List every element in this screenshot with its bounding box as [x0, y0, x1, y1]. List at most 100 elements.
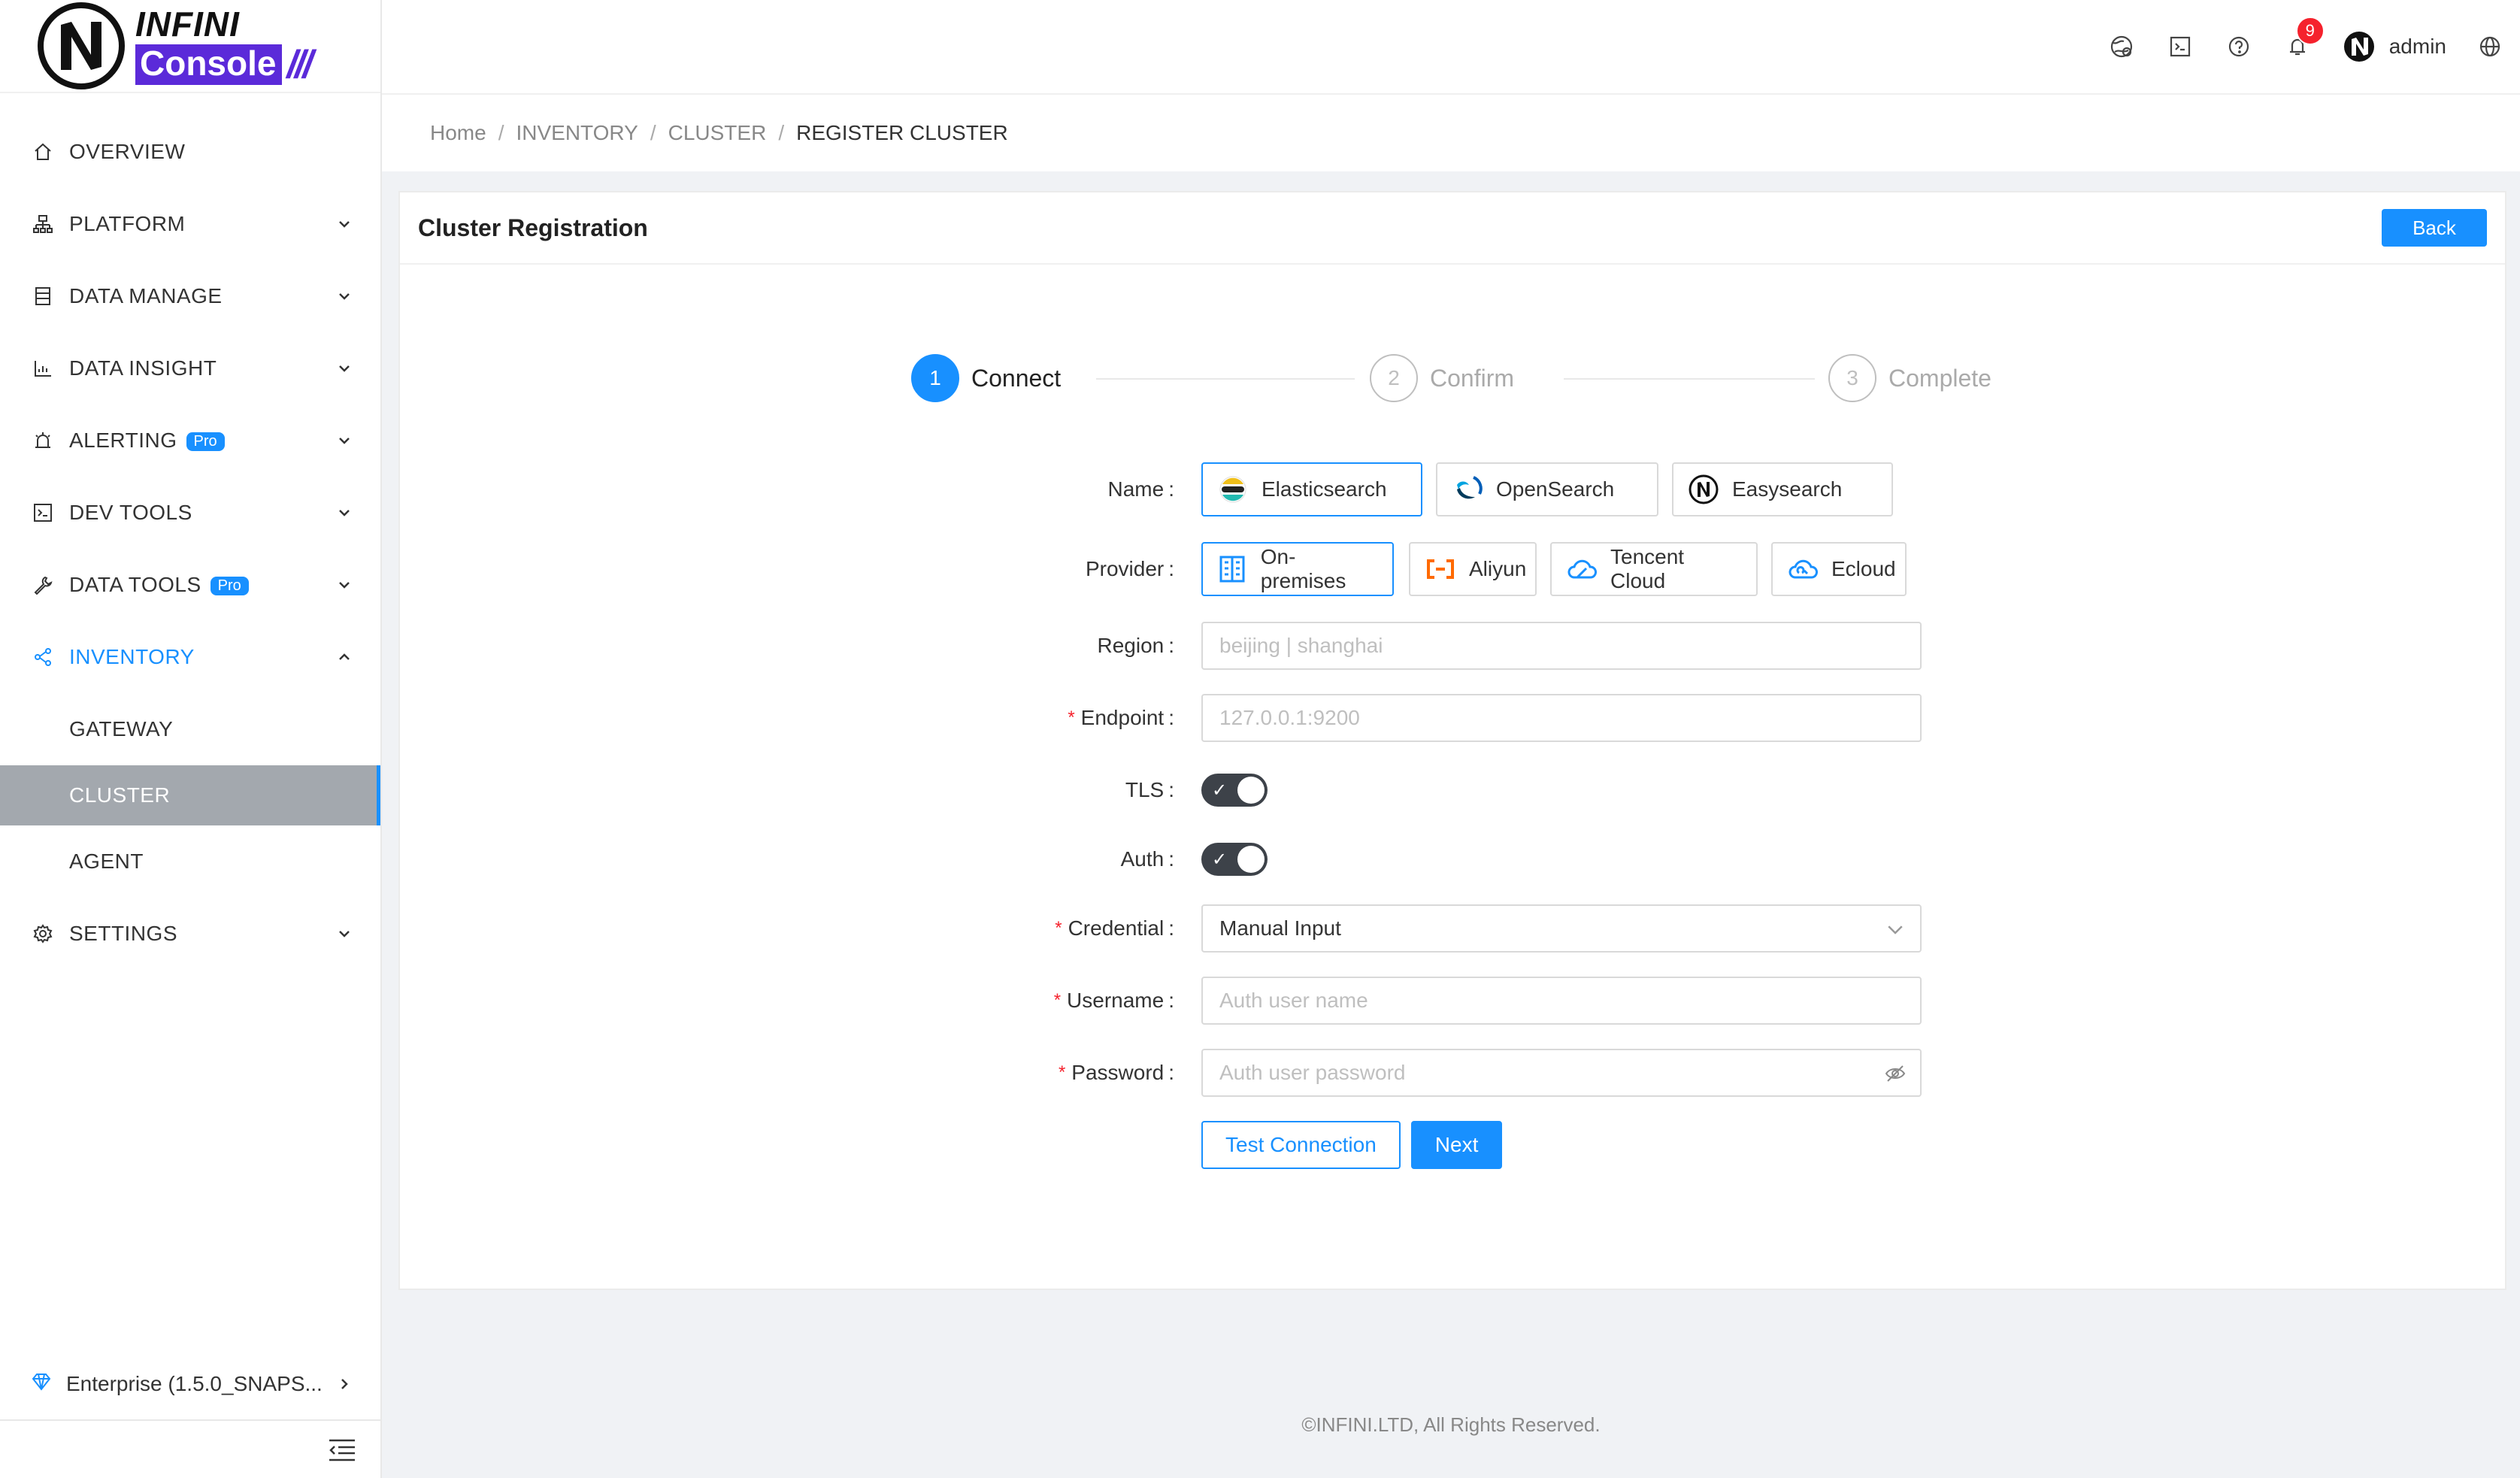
breadcrumb-current: REGISTER CLUSTER [796, 121, 1008, 144]
sidebar-item-platform[interactable]: PLATFORM [0, 188, 380, 260]
platform-icon [32, 213, 54, 235]
step-label: Connect [971, 364, 1062, 392]
chevron-down-icon [339, 365, 350, 372]
sidebar-item-data-manage[interactable]: DATA MANAGE [0, 260, 380, 332]
gear-icon [32, 922, 54, 945]
logo-wordmark-top: INFINI [135, 5, 240, 44]
breadcrumb-inventory[interactable]: INVENTORY [516, 121, 638, 145]
terminal-icon[interactable] [2165, 32, 2195, 62]
breadcrumb-cluster[interactable]: CLUSTER [668, 121, 767, 145]
server-building-icon [1218, 554, 1247, 584]
step-number: 2 [1370, 354, 1418, 402]
password-row: * Password: Auth user password [400, 1046, 2505, 1099]
sidebar-item-settings[interactable]: SETTINGS [0, 898, 380, 970]
sidebar-item-cluster[interactable]: CLUSTER [0, 765, 380, 825]
chart-icon [32, 357, 54, 380]
name-option-easysearch[interactable]: Easysearch [1672, 462, 1893, 516]
check-icon: ✓ [1212, 780, 1228, 801]
collapse-sidebar-button[interactable] [323, 1431, 361, 1469]
chevron-down-icon [339, 438, 350, 444]
name-option-opensearch[interactable]: OpenSearch [1436, 462, 1658, 516]
sidebar-item-data-tools[interactable]: DATA TOOLS Pro [0, 549, 380, 621]
credential-label: * Credential: [1055, 916, 1174, 940]
credential-select[interactable]: Manual Input [1201, 904, 1922, 953]
sidebar-item-label: PLATFORM [69, 212, 186, 235]
auth-row: Auth: ✓ [400, 833, 2505, 886]
provider-option-tencent-cloud[interactable]: Tencent Cloud [1550, 542, 1758, 596]
top-header: 9 admin [382, 0, 2520, 93]
sidebar-item-inventory[interactable]: INVENTORY [0, 621, 380, 693]
password-placeholder: Auth user password [1219, 1061, 1406, 1084]
username: admin [2388, 35, 2446, 58]
username-input[interactable]: Auth user name [1201, 977, 1922, 1025]
provider-option-on-premises[interactable]: On-premises [1201, 542, 1394, 596]
name-label: Name: [1107, 477, 1174, 501]
help-icon[interactable] [2224, 32, 2254, 62]
notification-bell-icon[interactable]: 9 [2282, 17, 2325, 62]
back-button[interactable]: Back [2382, 209, 2487, 247]
chevron-down-icon [339, 931, 350, 937]
sidebar: INFINI Console /// OVERVIEW PLATFORM DAT… [0, 0, 382, 1478]
auth-toggle[interactable]: ✓ [1201, 843, 1268, 876]
sidebar-item-label: DATA INSIGHT [69, 356, 217, 380]
easysearch-icon [1689, 474, 1719, 504]
chevron-down-icon [339, 221, 350, 228]
password-input[interactable]: Auth user password [1201, 1049, 1922, 1097]
next-button[interactable]: Next [1410, 1121, 1503, 1169]
sidebar-item-dev-tools[interactable]: DEV TOOLS [0, 477, 380, 549]
sidebar-item-label: SETTINGS [69, 922, 178, 945]
test-connection-button[interactable]: Test Connection [1201, 1121, 1401, 1169]
username-label: * Username: [1053, 989, 1174, 1012]
home-icon [32, 141, 54, 163]
version-info[interactable]: Enterprise (1.5.0_SNAPS... [0, 1349, 380, 1421]
endpoint-label: * Endpoint: [1068, 706, 1174, 729]
tls-label: TLS: [1125, 778, 1174, 801]
pro-badge: Pro [186, 432, 225, 452]
alarm-icon [32, 429, 54, 452]
aliyun-icon [1425, 554, 1455, 584]
sidebar-item-label: GATEWAY [69, 717, 174, 741]
tls-toggle[interactable]: ✓ [1201, 774, 1268, 807]
provider-option-aliyun[interactable]: Aliyun [1409, 542, 1537, 596]
language-globe-icon[interactable] [2475, 32, 2505, 62]
option-label: OpenSearch [1496, 477, 1615, 501]
name-option-elasticsearch[interactable]: Elasticsearch [1201, 462, 1422, 516]
card-header: Cluster Registration Back [400, 192, 2505, 265]
sidebar-item-gateway[interactable]: GATEWAY [0, 693, 380, 765]
endpoint-input[interactable]: 127.0.0.1:9200 [1201, 694, 1922, 742]
step-connect: 1 Connect [911, 353, 1061, 403]
provider-option-ecloud[interactable]: Ecloud [1771, 542, 1907, 596]
step-label: Confirm [1430, 364, 1515, 392]
menu-fold-icon [329, 1439, 355, 1461]
breadcrumb: Home / INVENTORY / CLUSTER / REGISTER CL… [382, 93, 2520, 171]
diamond-icon [32, 1372, 51, 1397]
option-label: On-premises [1260, 545, 1346, 592]
sidebar-item-alerting[interactable]: ALERTING Pro [0, 404, 380, 477]
toggle-knob [1237, 777, 1265, 804]
sidebar-item-label: INVENTORY [69, 645, 195, 668]
option-label: Tencent Cloud [1610, 545, 1685, 592]
progress-steps: 1 Connect 2 Confirm 3 Complete [911, 353, 2024, 403]
eye-invisible-icon[interactable] [1884, 1062, 1907, 1085]
sidebar-item-label: DEV TOOLS [69, 501, 192, 524]
region-label: Region: [1097, 634, 1174, 657]
sidebar-item-label: CLUSTER [69, 783, 171, 807]
breadcrumb-home[interactable]: Home [430, 121, 486, 145]
region-input[interactable]: beijing | shanghai [1201, 622, 1922, 670]
sidebar-item-agent[interactable]: AGENT [0, 825, 380, 898]
sidebar-item-label: OVERVIEW [69, 140, 186, 163]
app-logo[interactable]: INFINI Console /// [0, 0, 380, 93]
page-title: Cluster Registration [418, 214, 648, 241]
option-label: Elasticsearch [1262, 477, 1387, 501]
sidebar-item-overview[interactable]: OVERVIEW [0, 116, 380, 188]
console-icon[interactable] [2107, 32, 2137, 62]
sidebar-item-label: DATA TOOLS Pro [69, 573, 335, 597]
provider-row: Provider: On-premises Aliyun Tencent Clo… [400, 542, 2505, 596]
sidebar-menu: OVERVIEW PLATFORM DATA MANAGE DATA INSIG… [0, 93, 380, 970]
avatar [2343, 30, 2376, 63]
user-menu[interactable]: admin [2343, 30, 2446, 63]
region-row: Region: beijing | shanghai [400, 619, 2505, 672]
ecloud-icon [1788, 554, 1818, 584]
sidebar-item-data-insight[interactable]: DATA INSIGHT [0, 332, 380, 404]
terminal-icon [32, 501, 54, 524]
